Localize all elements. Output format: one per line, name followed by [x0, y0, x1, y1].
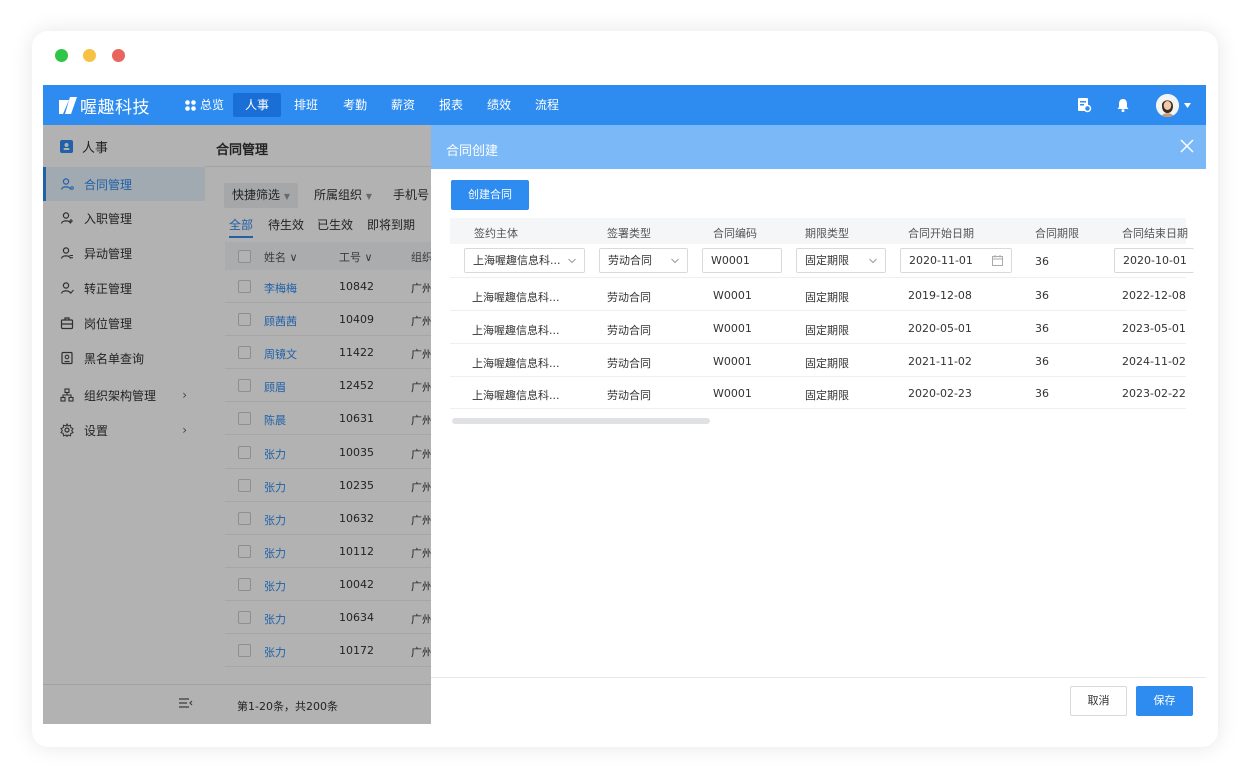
contract-sign-type: 劳动合同: [607, 291, 651, 304]
nav-overview[interactable]: 总览: [199, 93, 225, 117]
table-scrollbar[interactable]: [452, 418, 710, 424]
avatar[interactable]: [1156, 94, 1179, 117]
logo-mark-icon: [59, 96, 77, 114]
col-end-date: 合同结束日期: [1122, 227, 1188, 240]
chevron-down-icon: [671, 258, 679, 264]
create-contract-button[interactable]: 创建合同: [451, 180, 529, 210]
sign-type-select[interactable]: 劳动合同: [599, 248, 688, 273]
contract-start-date: 2021-11-02: [908, 354, 972, 368]
drawer-header: 合同创建: [431, 125, 1206, 169]
contract-term: 36: [1035, 321, 1049, 335]
contract-start-date: 2019-12-08: [908, 289, 972, 302]
save-button[interactable]: 保存: [1136, 686, 1193, 716]
contract-term-type: 固定期限: [805, 389, 849, 403]
col-code: 合同编码: [713, 227, 757, 240]
contract-term: 36: [1035, 387, 1049, 401]
contract-end-date: 2024-11-02: [1122, 354, 1186, 368]
contract-term-type: 固定期限: [805, 356, 849, 370]
window-dot-red-icon[interactable]: [112, 49, 125, 62]
contract-entity: 上海喔趣信息科...: [472, 291, 560, 304]
contract-code-input[interactable]: W0001: [702, 248, 782, 273]
contract-sign-type: 劳动合同: [607, 356, 651, 370]
col-term: 合同期限: [1035, 227, 1079, 240]
col-sign-type: 签署类型: [607, 227, 651, 240]
nav-report[interactable]: 报表: [438, 93, 464, 117]
row-divider: [450, 408, 1186, 410]
bell-icon[interactable]: [1115, 97, 1131, 113]
contract-entity: 上海喔趣信息科...: [472, 389, 560, 403]
nav-attendance[interactable]: 考勤: [342, 93, 368, 117]
row-divider: [450, 342, 1186, 344]
row-divider: [450, 375, 1186, 377]
contract-code: W0001: [713, 387, 752, 401]
top-nav: 喔趣科技 总览 人事 排班 考勤 薪资 报表 绩效 流程: [43, 85, 1206, 125]
chevron-down-icon: [869, 258, 877, 264]
contract-start-date: 2020-02-23: [908, 387, 972, 401]
contract-term: 36: [1035, 354, 1049, 368]
col-entity: 签约主体: [474, 227, 518, 240]
date-value: 2020-11-01: [909, 254, 973, 267]
start-date-picker[interactable]: 2020-11-01: [900, 248, 1012, 273]
nav-hr[interactable]: 人事: [233, 93, 281, 117]
cancel-button[interactable]: 取消: [1070, 686, 1127, 716]
contract-sign-type: 劳动合同: [607, 323, 651, 337]
app: 喔趣科技 总览 人事 排班 考勤 薪资 报表 绩效 流程 人事 合同管理 入职管…: [43, 85, 1206, 724]
row-divider: [450, 277, 1186, 278]
entity-select[interactable]: 上海喔趣信息科...: [464, 248, 585, 273]
nav-performance[interactable]: 绩效: [486, 93, 512, 117]
contract-entity: 上海喔趣信息科...: [472, 323, 560, 337]
end-date-input[interactable]: 2020-10-01: [1114, 248, 1194, 273]
row-divider: [450, 310, 1186, 311]
term-value: 36: [1035, 255, 1049, 268]
drawer-footer: 取消 保存: [431, 677, 1206, 724]
logo[interactable]: 喔趣科技: [59, 94, 150, 118]
input-value: W0001: [711, 254, 750, 267]
contract-term-type: 固定期限: [805, 291, 849, 304]
close-icon[interactable]: [1180, 139, 1194, 153]
brand-name: 喔趣科技: [80, 97, 150, 118]
col-term-type: 期限类型: [805, 227, 849, 240]
chevron-down-icon: [568, 258, 576, 264]
contract-start-date: 2020-05-01: [908, 321, 972, 335]
contract-sign-type: 劳动合同: [607, 389, 651, 403]
contract-end-date: 2023-02-22: [1122, 387, 1186, 401]
drawer-title: 合同创建: [446, 144, 499, 159]
date-value: 2020-10-01: [1123, 254, 1187, 267]
document-search-icon[interactable]: [1076, 97, 1092, 113]
nav-salary[interactable]: 薪资: [390, 93, 416, 117]
select-value: 劳动合同: [608, 254, 652, 267]
nav-schedule[interactable]: 排班: [293, 93, 319, 117]
browser-window: 喔趣科技 总览 人事 排班 考勤 薪资 报表 绩效 流程 人事 合同管理 入职管…: [32, 31, 1218, 747]
contract-end-date: 2022-12-08: [1122, 289, 1186, 302]
avatar-caret-icon[interactable]: [1184, 103, 1191, 108]
contract-code: W0001: [713, 289, 752, 302]
calendar-icon[interactable]: [992, 255, 1003, 266]
grid-icon: [185, 100, 196, 111]
avatar-image-icon: [1156, 94, 1179, 117]
contract-end-date: 2023-05-01: [1122, 321, 1186, 335]
contract-code: W0001: [713, 354, 752, 368]
term-type-select[interactable]: 固定期限: [796, 248, 886, 273]
nav-workflow[interactable]: 流程: [534, 93, 560, 117]
select-value: 上海喔趣信息科...: [473, 254, 561, 267]
contract-term-type: 固定期限: [805, 323, 849, 337]
window-dot-green-icon[interactable]: [55, 49, 68, 62]
window-dot-yellow-icon[interactable]: [83, 49, 96, 62]
col-start-date: 合同开始日期: [908, 227, 974, 240]
contract-code: W0001: [713, 321, 752, 335]
contract-term: 36: [1035, 289, 1049, 302]
contract-create-drawer: 合同创建 创建合同 签约主体 签署类型 合同编码 期限类型 合同开始日期 合同期…: [431, 125, 1206, 724]
modal-mask[interactable]: [43, 125, 431, 724]
contract-entity: 上海喔趣信息科...: [472, 356, 560, 370]
select-value: 固定期限: [805, 254, 849, 267]
